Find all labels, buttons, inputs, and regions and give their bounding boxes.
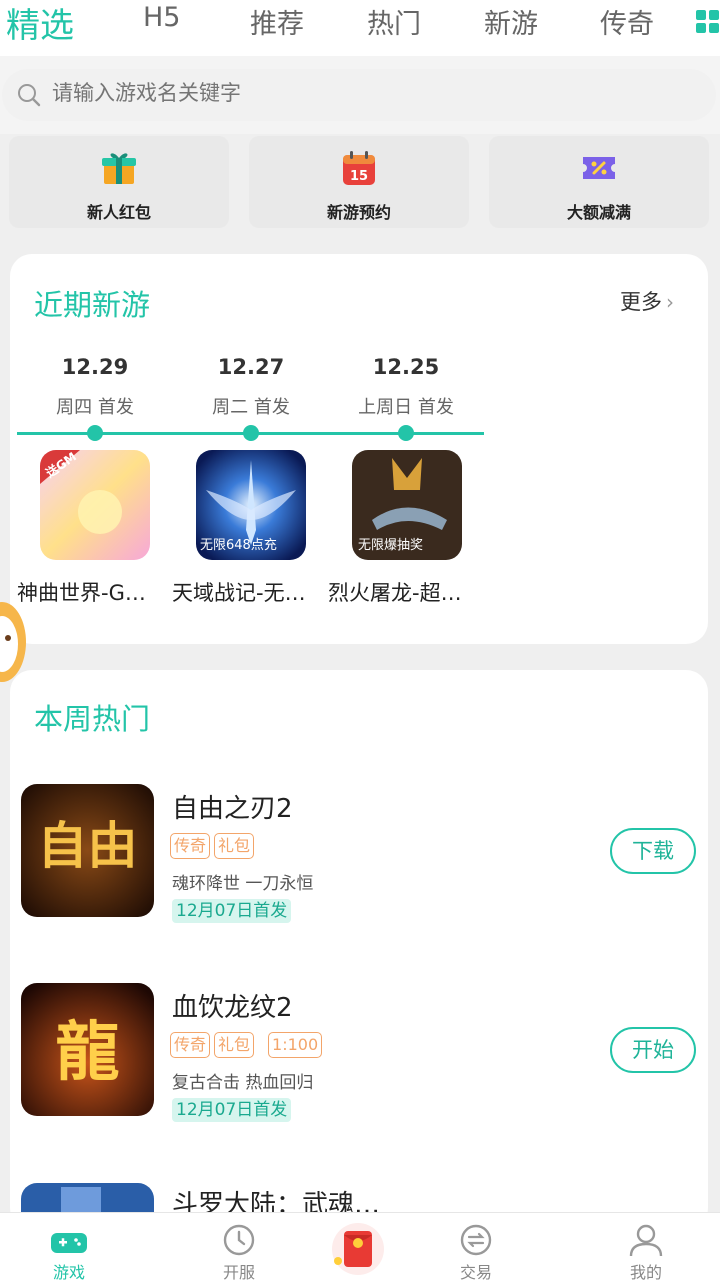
red-packet-icon (332, 1223, 384, 1275)
section-title: 本周热门 (34, 702, 151, 736)
release-date: 12.29 (61, 355, 129, 379)
search-bar[interactable] (2, 69, 716, 121)
nav-server-open[interactable]: 开服 (199, 1213, 279, 1280)
gift-icon (102, 153, 136, 184)
search-input[interactable] (52, 81, 652, 105)
release-date: 12.25 (372, 355, 440, 379)
download-button[interactable]: 下载 (610, 828, 696, 874)
nav-red-packet[interactable] (318, 1213, 398, 1280)
game-icon[interactable]: 龍 (21, 983, 154, 1116)
game-icon-caption: 龍 (55, 1016, 120, 1090)
more-label: 更多 (620, 290, 662, 314)
nav-profile[interactable]: 我的 (606, 1213, 686, 1280)
section-title: 近期新游 (34, 288, 151, 322)
game-icon-caption: 无限爆抽奖 (358, 538, 424, 553)
game-title[interactable]: 血饮龙纹2 (172, 987, 293, 1024)
nav-label: 交易 (459, 1263, 492, 1280)
nav-games[interactable]: 游戏 (29, 1213, 109, 1280)
nav-label: 游戏 (52, 1263, 85, 1280)
release-day: 周四 首发 (56, 397, 134, 418)
release-day: 上周日 首发 (358, 397, 454, 418)
tab-h5[interactable]: H5 (143, 2, 180, 33)
tag: 传奇 (170, 833, 211, 859)
tag: 礼包 (214, 833, 255, 859)
category-grid-icon[interactable] (696, 10, 720, 34)
quick-card-label: 新人红包 (86, 203, 151, 222)
tab-recommend[interactable]: 推荐 (250, 2, 304, 41)
release-badge: 12月07日首发 (172, 1098, 292, 1122)
game-name[interactable]: 天域战记-无… (172, 577, 312, 607)
game-icon-caption: 无限648点充 (200, 538, 277, 553)
release-badge: 12月07日首发 (172, 899, 292, 923)
quick-card-newbie-red-packet[interactable]: 新人红包 (9, 136, 229, 228)
game-icon[interactable]: 无限648点充 (196, 450, 306, 560)
recent-new-games-panel: 近期新游 更多 › 12.29 周四 首发 12.27 周二 首发 12.25 上… (10, 254, 708, 644)
clock-icon (223, 1224, 255, 1256)
game-title[interactable]: 自由之刃2 (172, 788, 293, 825)
tag: 1:100 (268, 1032, 323, 1058)
game-icon-caption: 自由 (37, 817, 138, 875)
top-tab-bar: 精选 H5 推荐 热门 新游 传奇 (0, 0, 720, 56)
tag-list: 传奇 礼包 (170, 833, 255, 859)
timeline-dot (243, 425, 259, 441)
tab-featured[interactable]: 精选 (6, 0, 74, 47)
quick-card-label: 新游预约 (326, 203, 391, 222)
gamepad-icon (51, 1233, 87, 1253)
release-day: 周二 首发 (212, 397, 290, 418)
game-description: 复古合击 热血回归 (172, 1073, 314, 1093)
game-description: 魂环降世 一刀永恒 (172, 874, 314, 894)
game-icon[interactable] (21, 1183, 154, 1213)
game-icon[interactable]: 自由 (21, 784, 154, 917)
tab-hot[interactable]: 热门 (367, 2, 421, 41)
game-name[interactable]: 神曲世界-G… (17, 577, 157, 607)
calendar-icon: 15 (343, 151, 375, 185)
chevron-right-icon: › (666, 290, 674, 314)
game-icon[interactable]: 无限爆抽奖 (352, 450, 462, 560)
release-date: 12.27 (217, 355, 285, 379)
start-button[interactable]: 开始 (610, 1027, 696, 1073)
nav-label: 开服 (222, 1263, 255, 1280)
exchange-icon (460, 1224, 492, 1256)
timeline-dot (87, 425, 103, 441)
search-icon (18, 84, 41, 107)
tag: 传奇 (170, 1032, 211, 1058)
tag: 礼包 (214, 1032, 255, 1058)
bottom-nav: 游戏 开服 交易 我的 (0, 1212, 720, 1280)
nav-trade[interactable]: 交易 (436, 1213, 516, 1280)
tab-new-games[interactable]: 新游 (484, 2, 538, 41)
tab-legend[interactable]: 传奇 (600, 2, 654, 41)
coupon-icon (583, 157, 615, 179)
nav-label: 我的 (629, 1263, 662, 1280)
game-name[interactable]: 烈火屠龙-超… (328, 577, 468, 607)
tag-list: 传奇 礼包 1:100 (170, 1032, 323, 1058)
game-icon[interactable]: 送GM (40, 450, 150, 560)
svg-text:15: 15 (350, 169, 368, 184)
user-icon (629, 1224, 663, 1257)
quick-card-new-game-reservation[interactable]: 15 新游预约 (249, 136, 469, 228)
timeline-dot (398, 425, 414, 441)
weekly-hot-panel: 本周热门 自由 自由之刃2 传奇 礼包 魂环降世 一刀永恒 12月07日首发 下… (10, 670, 708, 1230)
quick-card-label: 大额减满 (566, 203, 631, 222)
more-link[interactable]: 更多 › (620, 286, 674, 316)
quick-card-big-discount[interactable]: 大额减满 (489, 136, 709, 228)
